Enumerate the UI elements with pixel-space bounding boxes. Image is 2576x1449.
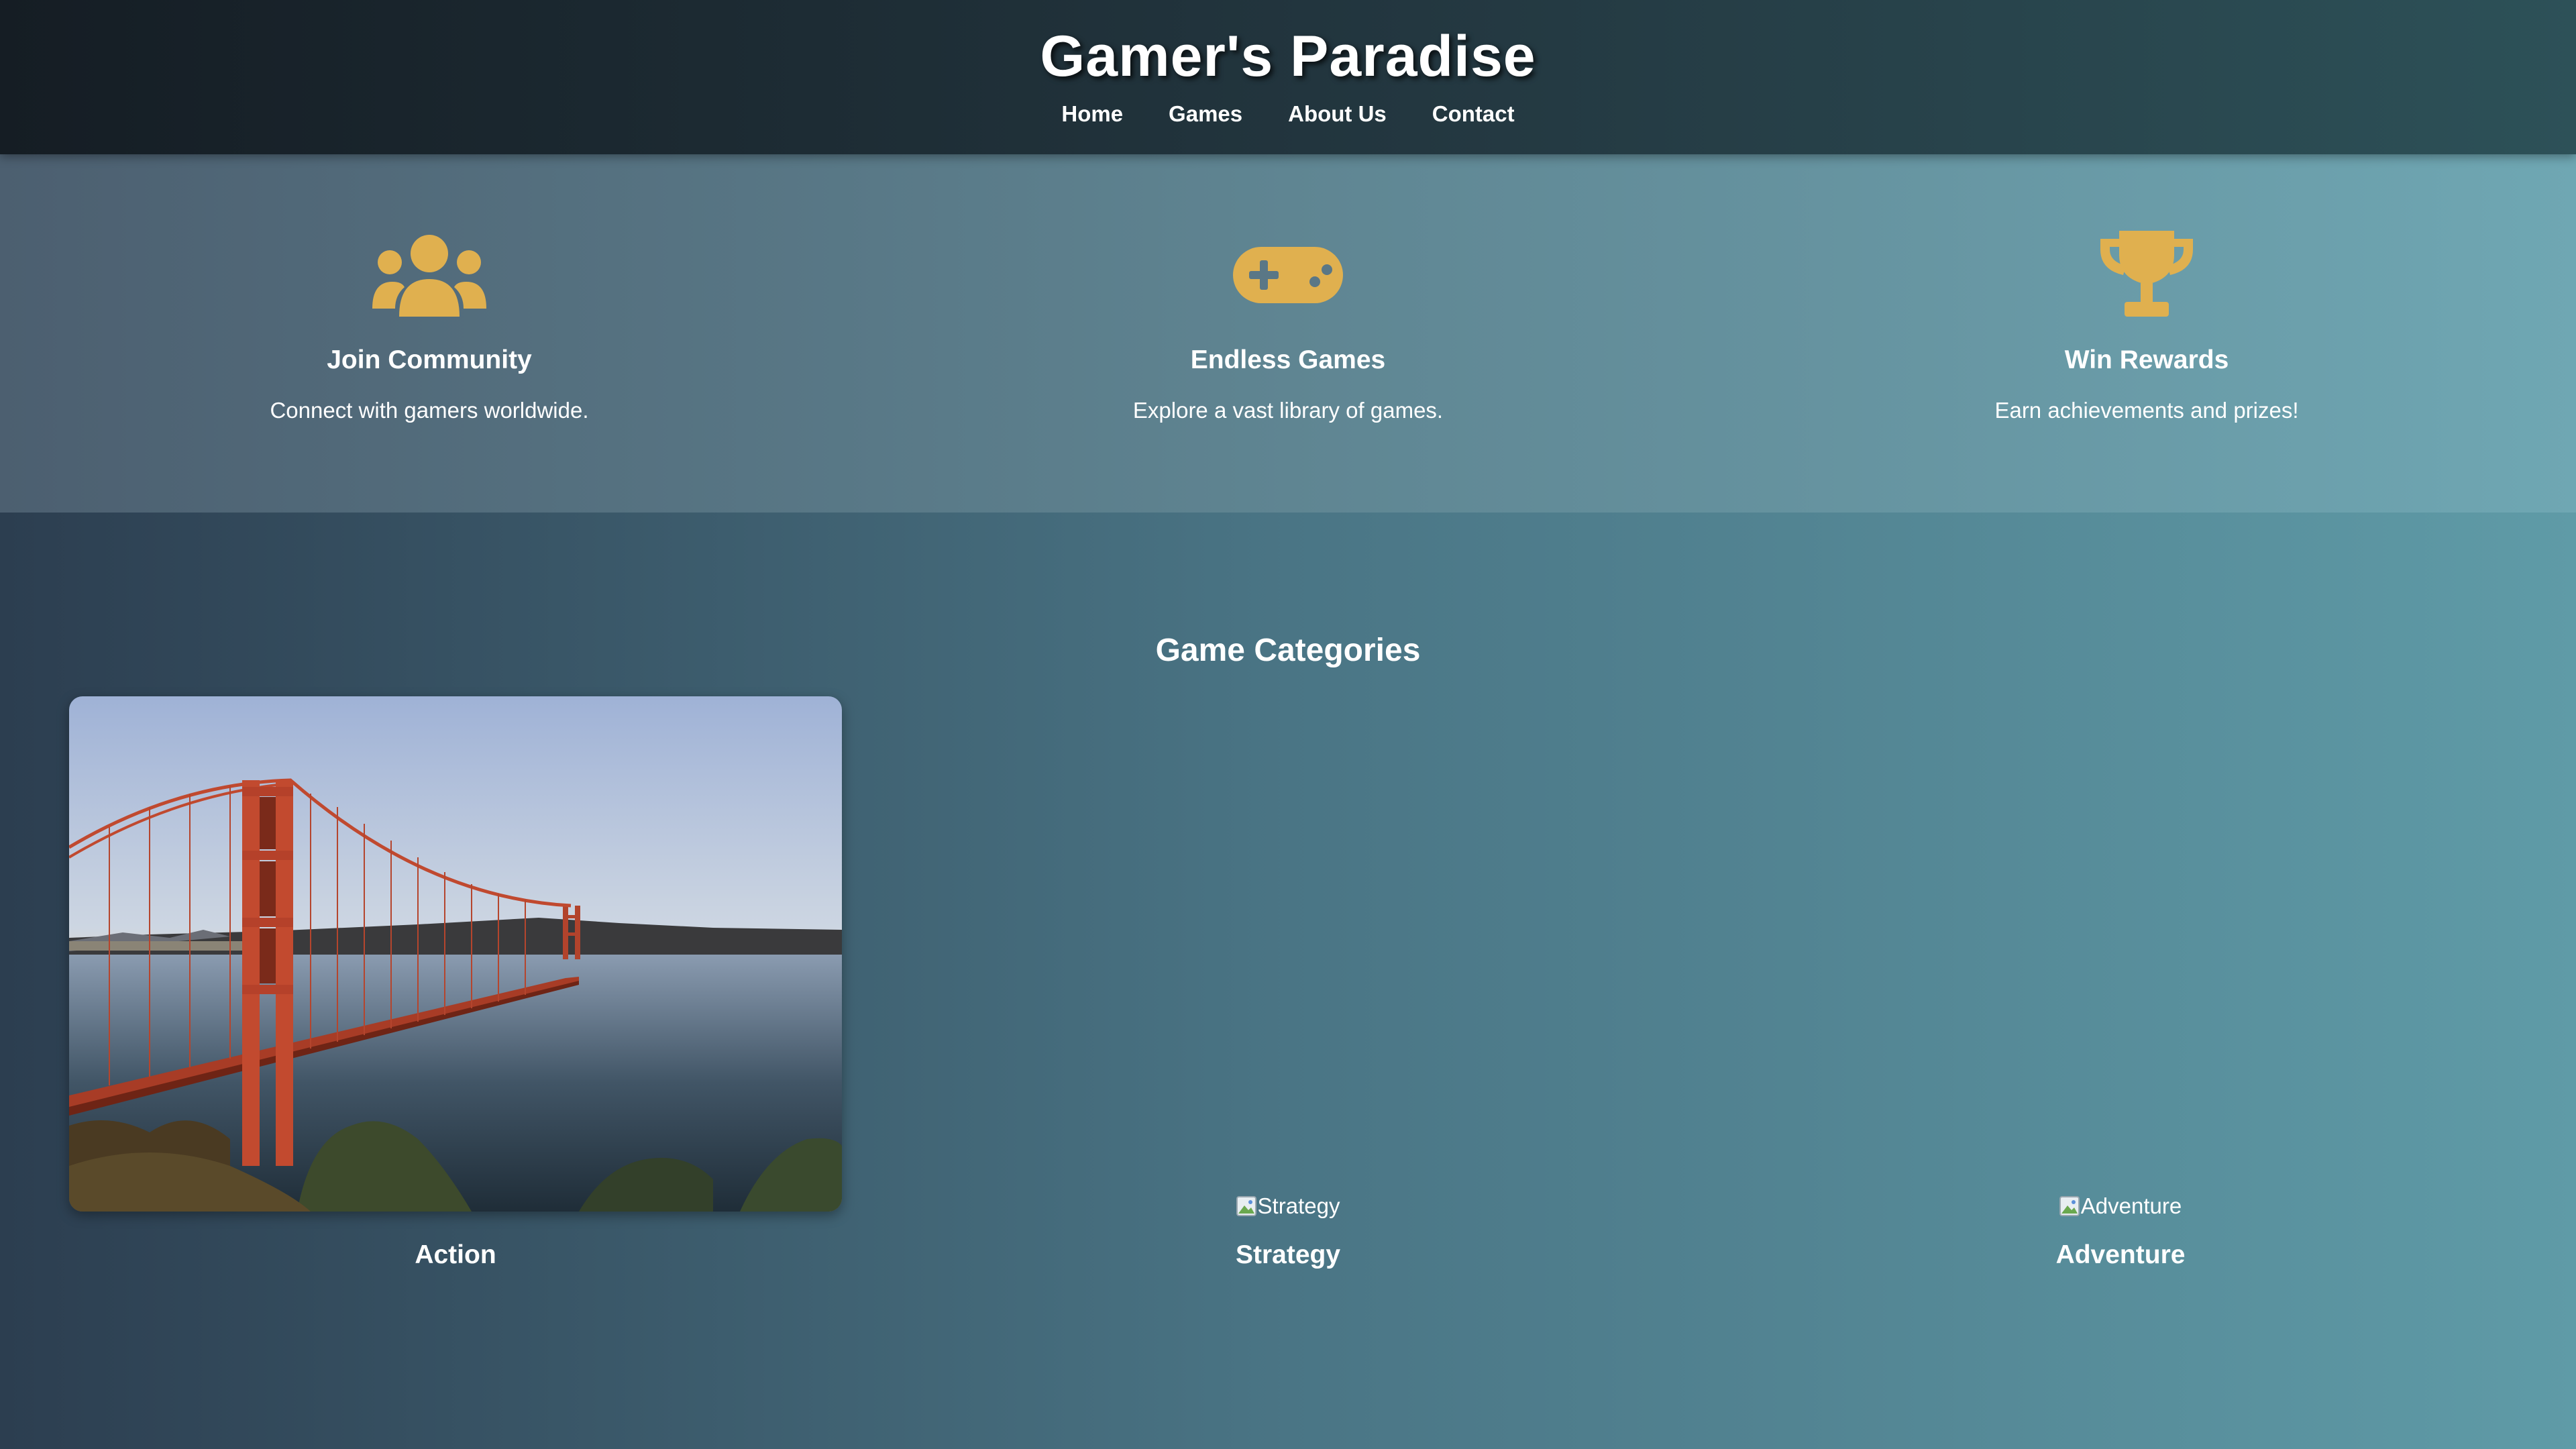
- site-title: Gamer's Paradise: [1040, 24, 1536, 89]
- category-name: Action: [415, 1240, 496, 1269]
- categories-title: Game Categories: [1155, 632, 1421, 668]
- category-name: Adventure: [2055, 1240, 2186, 1269]
- nav-link-home[interactable]: Home: [1061, 99, 1123, 129]
- category-card-strategy[interactable]: Strategy Strategy: [902, 696, 1674, 1273]
- feature-description: Earn achievements and prizes!: [1994, 398, 2299, 423]
- adventure-image[interactable]: Adventure: [1734, 1193, 2507, 1220]
- feature-win-rewards: Win Rewards Earn achievements and prizes…: [1717, 154, 2576, 513]
- feature-title: Join Community: [327, 345, 532, 374]
- site-header: Gamer's Paradise Home Games About Us Con…: [0, 0, 2576, 154]
- features-section: Join Community Connect with gamers world…: [0, 154, 2576, 513]
- nav-link-games[interactable]: Games: [1169, 99, 1242, 129]
- feature-description: Connect with gamers worldwide.: [270, 398, 589, 423]
- feature-title: Win Rewards: [2064, 345, 2229, 374]
- broken-image-icon: [2059, 1195, 2080, 1216]
- category-card-adventure[interactable]: Adventure Adventure: [1734, 696, 2507, 1273]
- adventure-image-alt: Adventure: [2080, 1193, 2182, 1218]
- category-name: Strategy: [1235, 1240, 1341, 1269]
- golden-gate-bridge-photo[interactable]: [69, 696, 842, 1212]
- users-icon: [0, 218, 859, 332]
- category-card-action[interactable]: Action: [69, 696, 842, 1273]
- trophy-icon: [1717, 218, 2576, 332]
- nav-link-contact[interactable]: Contact: [1432, 99, 1515, 129]
- main-nav: Home Games About Us Contact: [0, 99, 2576, 129]
- feature-endless-games: Endless Games Explore a vast library of …: [859, 154, 1717, 513]
- gamepad-icon: [859, 218, 1717, 332]
- strategy-image-alt: Strategy: [1257, 1193, 1340, 1218]
- strategy-image[interactable]: Strategy: [902, 1193, 1674, 1220]
- nav-link-about-us[interactable]: About Us: [1288, 99, 1387, 129]
- feature-join-community: Join Community Connect with gamers world…: [0, 154, 859, 513]
- broken-image-icon: [1236, 1195, 1256, 1216]
- feature-description: Explore a vast library of games.: [1132, 398, 1444, 423]
- feature-title: Endless Games: [1190, 345, 1386, 374]
